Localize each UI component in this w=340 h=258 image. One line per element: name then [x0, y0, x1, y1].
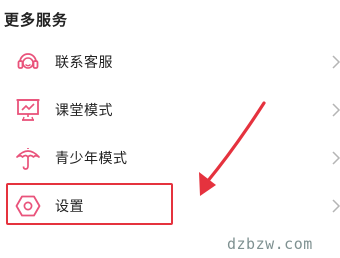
menu-item-teen-mode[interactable]: 青少年模式 — [0, 134, 340, 182]
chevron-right-icon — [331, 151, 340, 165]
classroom-icon — [15, 97, 41, 123]
headset-icon — [15, 49, 41, 75]
annotation-arrow-icon — [199, 101, 266, 196]
settings-highlight-box — [6, 183, 173, 225]
chevron-right-icon — [331, 103, 340, 117]
section-title: 更多服务 — [4, 11, 69, 29]
menu-item-classroom-mode[interactable]: 课堂模式 — [0, 86, 340, 134]
menu-item-label: 联系客服 — [55, 55, 113, 71]
chevron-right-icon — [331, 199, 340, 213]
menu-item-label: 青少年模式 — [55, 151, 128, 167]
menu-item-label: 课堂模式 — [55, 103, 113, 119]
chevron-right-icon — [331, 55, 340, 69]
umbrella-icon — [15, 145, 41, 171]
watermark-text: dzbzw.com — [227, 235, 313, 253]
menu-item-contact-support[interactable]: 联系客服 — [0, 38, 340, 86]
